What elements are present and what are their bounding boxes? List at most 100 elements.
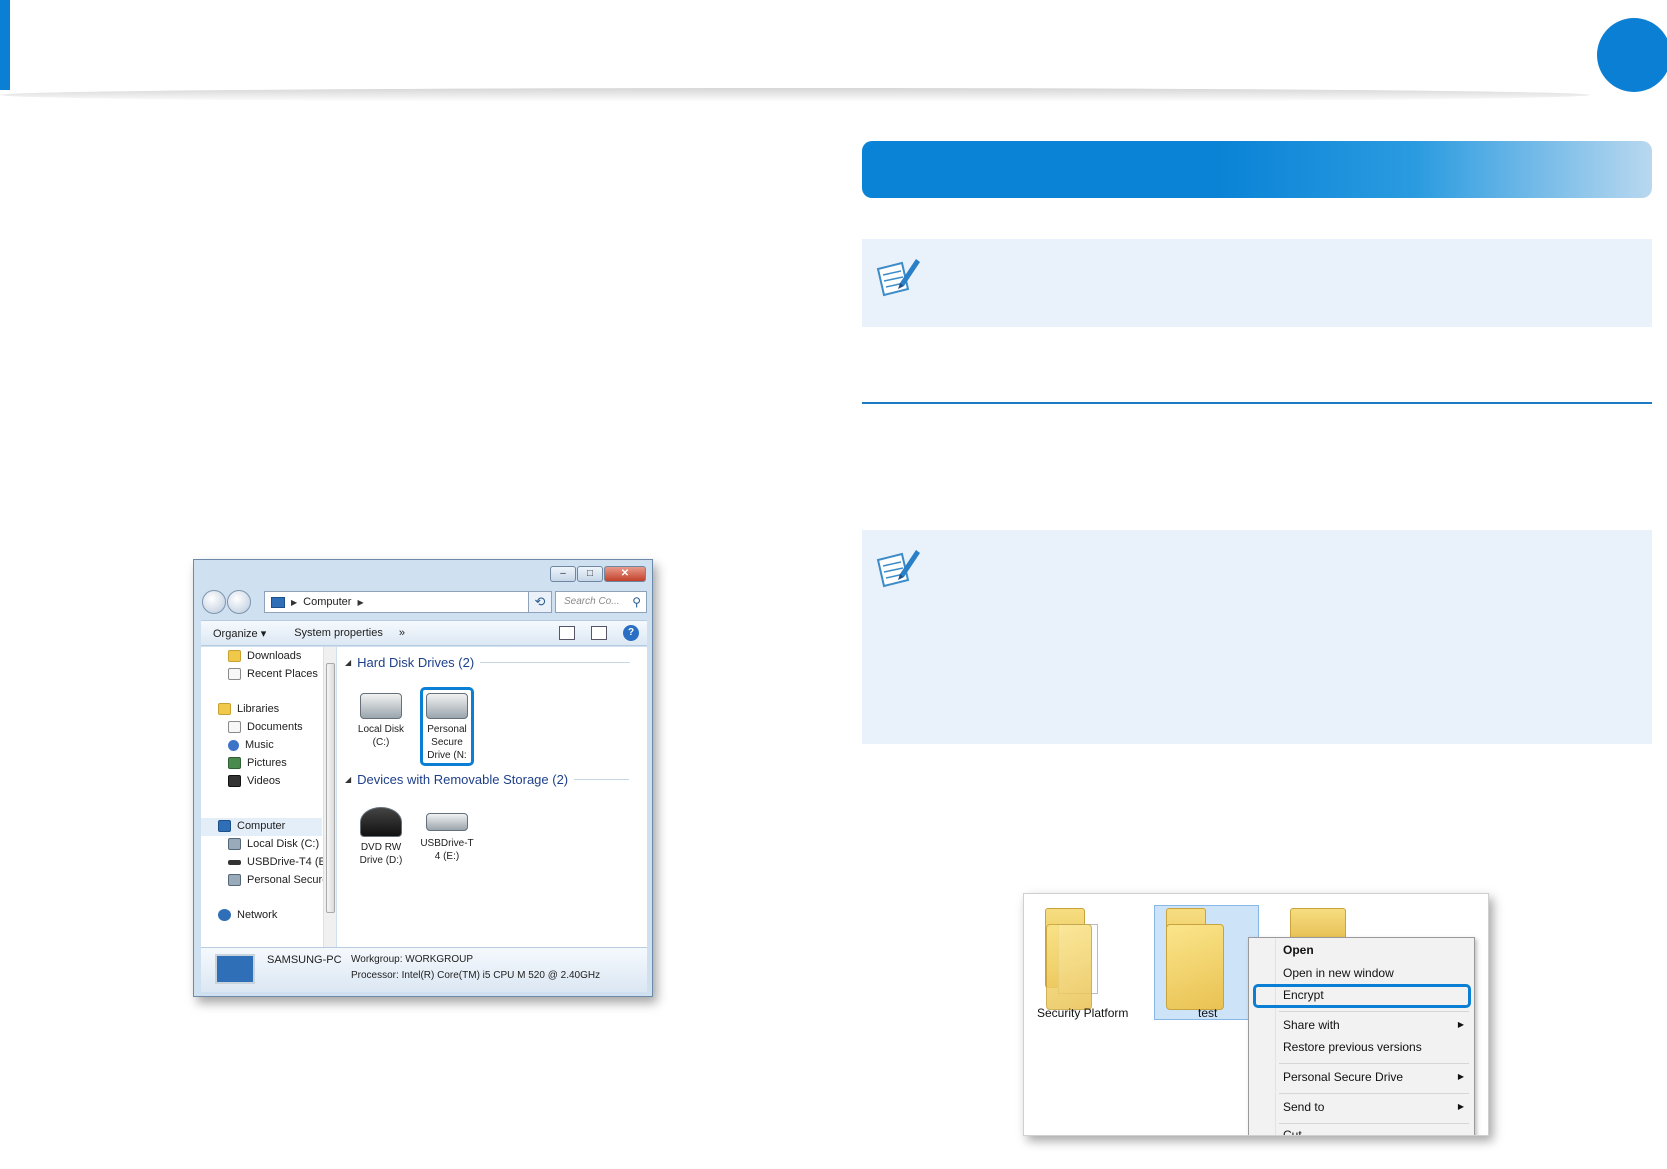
nav-item-pictures[interactable]: Pictures [228, 757, 287, 769]
note-box [862, 239, 1652, 327]
nav-item-personal-secure[interactable]: Personal Secure [ [228, 874, 334, 886]
nav-item-local-disk[interactable]: Local Disk (C:) [228, 838, 319, 850]
submenu-arrow-icon: ▶ [1457, 1020, 1464, 1029]
breadcrumb-arrow-icon: ▶ [357, 597, 364, 607]
header-accent-bar [0, 0, 10, 90]
nav-item-downloads[interactable]: Downloads [228, 650, 301, 662]
header-divider [0, 88, 1590, 102]
navigation-pane: Downloads Recent Places Libraries Docume… [201, 647, 336, 947]
computer-monitor-icon [215, 954, 255, 984]
system-properties-button[interactable]: System properties [294, 627, 383, 639]
page-number-badge [1597, 18, 1667, 92]
close-button[interactable]: ✕ [604, 566, 646, 582]
section-title-bar [862, 141, 1652, 198]
nav-scrollbar[interactable] [323, 647, 336, 947]
nav-item-usb-drive[interactable]: USBDrive-T4 (E:) [228, 856, 333, 868]
documents-icon [228, 721, 241, 733]
dvd-drive-icon [360, 807, 402, 837]
recent-places-icon [228, 668, 241, 680]
folder-label-test[interactable]: test [1198, 1006, 1217, 1020]
preview-pane-icon[interactable] [591, 626, 607, 640]
windows-drive-icon [360, 693, 402, 719]
local-disk-icon [228, 838, 241, 850]
details-pane: SAMSUNG-PC Workgroup: WORKGROUP Processo… [201, 947, 647, 992]
nav-item-music[interactable]: Music [228, 739, 274, 751]
videos-icon [228, 775, 241, 787]
downloads-folder-icon [228, 650, 241, 662]
collapse-triangle-icon: ◢ [345, 658, 352, 667]
nav-item-recent-places[interactable]: Recent Places [228, 668, 318, 680]
maximize-button[interactable]: □ [577, 566, 603, 582]
note-pencil-icon [876, 550, 920, 588]
organize-button[interactable]: Organize ▾ [213, 627, 266, 640]
nav-item-network[interactable]: Network [218, 909, 277, 921]
nav-item-documents[interactable]: Documents [228, 721, 303, 733]
group-header-removable[interactable]: ◢ Devices with Removable Storage (2) [345, 772, 630, 787]
libraries-icon [218, 703, 231, 715]
group-rule [480, 662, 631, 663]
menu-separator [1279, 1011, 1469, 1012]
context-menu: Open Open in new window Encrypt Share wi… [1248, 937, 1475, 1135]
menu-item-open-new-window[interactable]: Open in new window [1283, 966, 1394, 980]
music-icon [228, 739, 239, 751]
help-icon[interactable]: ? [623, 625, 639, 641]
menu-separator [1279, 1093, 1469, 1094]
pictures-icon [228, 757, 241, 769]
explorer-window: – □ ✕ ▶ Computer ▶ ▼ ⟲ Search Co... ⚲ Or… [193, 559, 653, 997]
processor-text: Processor: Intel(R) Core(TM) i5 CPU M 52… [351, 970, 601, 981]
pc-name: SAMSUNG-PC [267, 954, 342, 966]
more-commands-button[interactable]: » [399, 627, 405, 639]
collapse-triangle-icon: ◢ [345, 775, 352, 784]
usb-drive-icon [426, 813, 468, 831]
command-bar: Organize ▾ System properties » ? [201, 620, 647, 646]
drive-local-disk[interactable]: Local Disk (C:) [351, 693, 411, 749]
search-icon: ⚲ [632, 595, 641, 609]
menu-separator [1279, 1063, 1469, 1064]
note-box [862, 530, 1652, 744]
menu-item-send-to[interactable]: Send to [1283, 1100, 1324, 1114]
nav-item-videos[interactable]: Videos [228, 775, 280, 787]
content-pane: ◢ Hard Disk Drives (2) Local Disk (C:) P… [337, 647, 647, 947]
breadcrumb-computer[interactable]: Computer [303, 596, 351, 608]
breadcrumb-arrow-icon: ▶ [291, 597, 298, 607]
folder-icon[interactable] [1166, 924, 1224, 1010]
manual-page: – □ ✕ ▶ Computer ▶ ▼ ⟲ Search Co... ⚲ Or… [0, 0, 1667, 1169]
change-view-icon[interactable] [559, 626, 575, 640]
scrollbar-thumb[interactable] [326, 663, 335, 913]
refresh-button[interactable]: ⟲ [528, 591, 552, 613]
forward-button[interactable] [227, 590, 251, 614]
menu-item-cut[interactable]: Cut [1283, 1128, 1302, 1135]
workgroup-text: Workgroup: WORKGROUP [351, 954, 474, 965]
network-icon [218, 909, 231, 921]
menu-separator [1279, 1123, 1469, 1124]
menu-item-open[interactable]: Open [1283, 943, 1314, 957]
menu-item-restore-previous[interactable]: Restore previous versions [1283, 1040, 1422, 1054]
folder-context-screenshot: Security Platform test Open Open in new … [1023, 893, 1489, 1136]
submenu-arrow-icon: ▶ [1457, 1102, 1464, 1111]
computer-icon [218, 820, 231, 832]
group-rule [574, 779, 630, 780]
nav-item-libraries[interactable]: Libraries [218, 703, 279, 715]
computer-icon [271, 596, 285, 608]
group-header-hdd[interactable]: ◢ Hard Disk Drives (2) [345, 655, 631, 670]
search-input[interactable]: Search Co... ⚲ [555, 591, 647, 613]
folder-label-security-platform[interactable]: Security Platform [1037, 1006, 1128, 1020]
menu-item-share-with[interactable]: Share with [1283, 1018, 1473, 1032]
address-bar[interactable]: ▶ Computer ▶ ▼ [264, 591, 546, 613]
usb-drive-icon [228, 859, 241, 865]
drive-usb[interactable]: USBDrive-T 4 (E:) [417, 807, 477, 863]
menu-gutter [1275, 938, 1276, 1135]
folder-icon[interactable] [1046, 924, 1092, 1010]
secure-drive-icon [228, 874, 241, 886]
minimize-button[interactable]: – [550, 566, 576, 582]
menu-item-personal-secure-drive[interactable]: Personal Secure Drive [1283, 1070, 1403, 1084]
nav-item-computer[interactable]: Computer [218, 820, 285, 832]
back-button[interactable] [202, 590, 226, 614]
submenu-arrow-icon: ▶ [1457, 1072, 1464, 1081]
drive-dvd[interactable]: DVD RW Drive (D:) [351, 807, 411, 867]
highlight-frame [1253, 984, 1471, 1008]
highlight-frame [420, 687, 474, 766]
section-divider [862, 402, 1652, 404]
window-controls: – □ ✕ [550, 566, 646, 582]
note-pencil-icon [876, 259, 920, 297]
